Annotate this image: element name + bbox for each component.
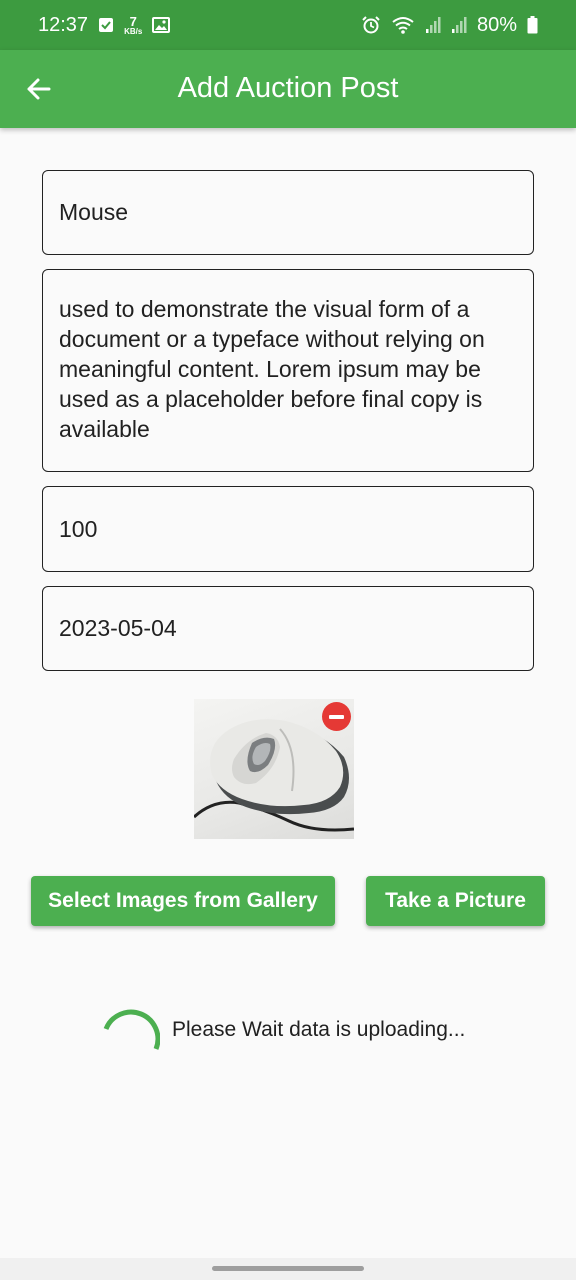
date-field-value: 2023-05-04 (59, 615, 177, 641)
select-gallery-button[interactable]: Select Images from Gallery (31, 876, 335, 926)
loading-text: Please Wait data is uploading... (172, 1018, 466, 1041)
status-bar-left: 12:37 7 KB/s (38, 13, 171, 37)
data-rate-unit: KB/s (124, 26, 143, 36)
app-bar: Add Auction Post (0, 50, 576, 128)
home-gesture-handle[interactable] (212, 1266, 364, 1271)
description-field[interactable]: used to demonstrate the visual form of a… (42, 269, 534, 472)
signal-icon-1 (425, 16, 441, 34)
battery-percent: 80% (476, 13, 517, 36)
alarm-icon (361, 15, 381, 35)
image-notification-icon (152, 17, 171, 33)
wifi-icon (391, 15, 415, 35)
select-gallery-button-label: Select Images from Gallery (48, 889, 318, 912)
data-rate-number: 7 (129, 13, 137, 29)
remove-image-button[interactable] (322, 702, 351, 731)
battery-icon (527, 16, 538, 34)
title-field-value: Mouse (59, 199, 129, 225)
checkbox-notification-icon (98, 17, 114, 33)
description-field-value: used to demonstrate the visual form of a… (59, 296, 485, 442)
take-picture-button[interactable]: Take a Picture (366, 876, 545, 926)
data-rate-indicator: 7 KB/s (124, 15, 142, 36)
upload-progress: Please Wait data is uploading... (100, 1000, 465, 1060)
title-field[interactable]: Mouse (42, 170, 534, 255)
take-picture-button-label: Take a Picture (385, 889, 526, 912)
price-field-value: 100 (59, 515, 98, 542)
status-time: 12:37 (38, 13, 89, 36)
date-field[interactable]: 2023-05-04 (42, 586, 534, 671)
signal-icon-2 (451, 16, 467, 34)
page-title: Add Auction Post (177, 72, 399, 104)
minus-icon (329, 714, 344, 719)
status-bar-right: 80% (361, 14, 538, 37)
price-field[interactable]: 100 (42, 486, 534, 572)
status-bar: 12:37 7 KB/s 80% (0, 0, 576, 50)
loading-spinner-icon (103, 1009, 160, 1050)
